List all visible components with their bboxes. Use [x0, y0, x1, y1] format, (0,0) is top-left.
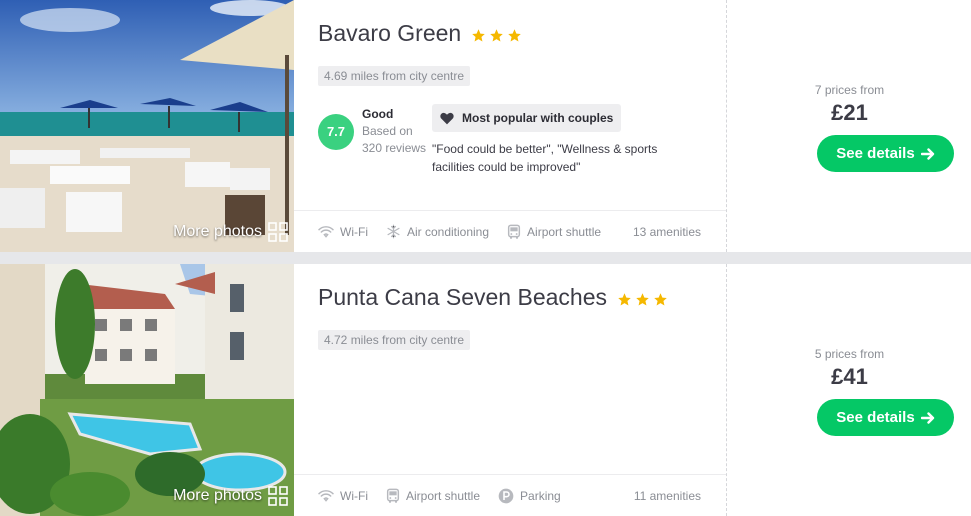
see-details-label: See details [836, 145, 915, 162]
star-icon [636, 293, 649, 306]
popularity-badge: Most popular with couples [432, 104, 622, 132]
popularity-label: Most popular with couples [462, 111, 614, 125]
see-details-button[interactable]: See details [817, 399, 954, 436]
review-quote: "Food could be better", "Wellness & spor… [432, 142, 658, 174]
price: £41 [831, 364, 868, 389]
star-icon [508, 29, 521, 42]
distance-badge: 4.72 miles from city centre [318, 330, 471, 350]
snowflake-icon [387, 224, 400, 239]
hotel-name[interactable]: Bavaro Green [318, 20, 461, 47]
more-photos-button[interactable]: More photos [173, 486, 288, 506]
distance-badge: 4.69 miles from city centre [318, 66, 471, 86]
star-icon [618, 293, 631, 306]
see-details-label: See details [836, 409, 915, 426]
star-rating [617, 292, 668, 307]
bus-icon [507, 224, 521, 239]
amenity-label: Air conditioning [406, 224, 490, 239]
star-rating [471, 28, 522, 43]
arrow-right-icon [920, 411, 934, 424]
amenity-parking: Parking [498, 488, 561, 504]
rating-word: Good [362, 107, 394, 121]
amenity-label: Wi-Fi [340, 488, 368, 503]
bus-icon [386, 488, 400, 503]
amenities-bar[interactable]: Wi-Fi Air conditioning Airport shuttle 1… [294, 210, 726, 252]
grid-icon [268, 486, 288, 506]
amenity-wifi: Wi-Fi [318, 489, 368, 503]
hotel-title-row: Bavaro Green [318, 20, 522, 47]
hotel-info: Bavaro Green 4.69 miles from city centre… [294, 0, 726, 252]
hotel-info: Punta Cana Seven Beaches 4.72 miles from… [294, 264, 726, 516]
amenity-count[interactable]: 13 amenities [633, 225, 701, 239]
hotel-name[interactable]: Punta Cana Seven Beaches [318, 284, 607, 311]
price-column: 5 prices from £41 See details [726, 264, 971, 516]
grid-icon [268, 222, 288, 242]
hotel-photo[interactable]: More photos [0, 264, 294, 516]
heart-icon [440, 112, 454, 124]
beach-photo [0, 0, 294, 252]
star-icon [654, 293, 667, 306]
review-score[interactable]: 7.7 Good Based on 320 reviews [318, 106, 426, 157]
score-badge: 7.7 [318, 113, 354, 150]
more-photos-label: More photos [173, 223, 262, 240]
wifi-icon [318, 225, 334, 238]
resort-photo [0, 264, 294, 516]
see-details-button[interactable]: See details [817, 135, 954, 172]
amenity-airport-shuttle: Airport shuttle [507, 224, 601, 240]
price-column: 7 prices from £21 See details [726, 0, 971, 252]
hotel-photo[interactable]: More photos [0, 0, 294, 252]
hotel-card: More photos Punta Cana Seven Beaches 4.7… [0, 264, 971, 516]
amenities-bar[interactable]: Wi-Fi Airport shuttle Parking 11 ameniti… [294, 474, 726, 516]
amenity-wifi: Wi-Fi [318, 225, 368, 239]
wifi-icon [318, 489, 334, 502]
amenity-airport-shuttle: Airport shuttle [386, 488, 480, 504]
price: £21 [831, 100, 868, 125]
rating-text: Good Based on 320 reviews [362, 106, 426, 157]
amenity-air-conditioning: Air conditioning [386, 224, 489, 239]
amenity-label: Wi-Fi [340, 224, 368, 239]
amenity-label: Airport shuttle [527, 224, 602, 239]
review-count: 320 reviews [362, 141, 427, 155]
more-photos-label: More photos [173, 487, 262, 504]
rating-based-on: Based on [362, 124, 413, 138]
parking-icon [498, 488, 514, 503]
amenity-label: Parking [520, 488, 561, 503]
hotel-title-row: Punta Cana Seven Beaches [318, 284, 668, 311]
prices-from-label: 5 prices from [814, 347, 885, 361]
hotel-card: More photos Bavaro Green 4.69 miles from… [0, 0, 971, 252]
star-icon [472, 29, 485, 42]
more-photos-button[interactable]: More photos [173, 222, 288, 242]
amenity-label: Airport shuttle [405, 488, 481, 503]
arrow-right-icon [920, 147, 934, 160]
amenity-count[interactable]: 11 amenities [634, 489, 701, 503]
prices-from-label: 7 prices from [814, 83, 885, 97]
star-icon [490, 29, 503, 42]
